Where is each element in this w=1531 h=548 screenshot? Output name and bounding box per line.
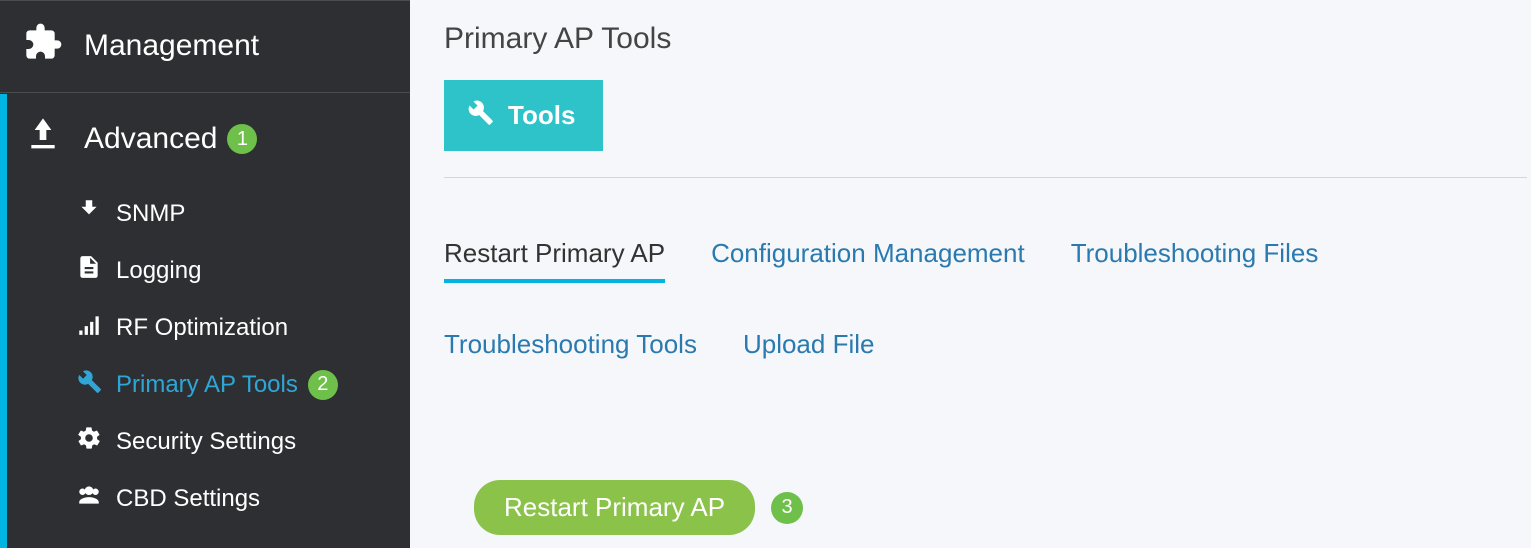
sidebar-item-label: Advanced bbox=[84, 122, 217, 156]
sidebar-item-advanced[interactable]: Advanced 1 bbox=[0, 92, 410, 185]
subtab-bar: Restart Primary AP Configuration Managem… bbox=[444, 238, 1527, 370]
users-icon bbox=[76, 482, 102, 515]
tools-tab-button[interactable]: Tools bbox=[444, 80, 603, 151]
sidebar: Management Advanced 1 SNMP Logging RF Op… bbox=[0, 0, 410, 548]
sidebar-item-label: Primary AP Tools bbox=[116, 371, 298, 399]
sidebar-item-label: RF Optimization bbox=[116, 314, 288, 342]
sidebar-item-management[interactable]: Management bbox=[0, 0, 410, 92]
sidebar-item-security-settings[interactable]: Security Settings bbox=[76, 413, 410, 470]
sidebar-item-label: Logging bbox=[116, 257, 201, 285]
sidebar-item-label: CBD Settings bbox=[116, 485, 260, 513]
download-icon bbox=[20, 115, 66, 163]
sidebar-item-label: Management bbox=[84, 29, 259, 63]
sidebar-item-label: Security Settings bbox=[116, 428, 296, 456]
sidebar-item-cbd-settings[interactable]: CBD Settings bbox=[76, 470, 410, 527]
sidebar-item-logging[interactable]: Logging bbox=[76, 242, 410, 299]
subtab-upload-file[interactable]: Upload File bbox=[743, 329, 875, 370]
wrench-icon bbox=[466, 98, 508, 133]
sidebar-active-rail bbox=[0, 94, 7, 548]
divider bbox=[444, 177, 1527, 178]
subtab-troubleshooting-tools[interactable]: Troubleshooting Tools bbox=[444, 329, 697, 370]
restart-primary-ap-button[interactable]: Restart Primary AP bbox=[474, 480, 755, 535]
subtab-restart-primary-ap[interactable]: Restart Primary AP bbox=[444, 238, 665, 283]
step-badge-1: 1 bbox=[227, 124, 257, 154]
document-icon bbox=[76, 254, 102, 287]
page-title: Primary AP Tools bbox=[444, 22, 1527, 56]
signal-bars-icon bbox=[76, 311, 102, 344]
sidebar-item-primary-ap-tools[interactable]: Primary AP Tools 2 bbox=[76, 356, 410, 413]
subtab-configuration-management[interactable]: Configuration Management bbox=[711, 238, 1025, 283]
arrow-down-icon bbox=[76, 197, 102, 230]
action-row: Restart Primary AP 3 bbox=[474, 480, 1527, 535]
sidebar-item-rf-optimization[interactable]: RF Optimization bbox=[76, 299, 410, 356]
sidebar-item-label: SNMP bbox=[116, 200, 185, 228]
gear-icon bbox=[76, 425, 102, 458]
step-badge-3: 3 bbox=[771, 492, 803, 524]
sidebar-item-snmp[interactable]: SNMP bbox=[76, 185, 410, 242]
step-badge-2: 2 bbox=[308, 370, 338, 400]
main-content: Primary AP Tools Tools Restart Primary A… bbox=[410, 0, 1531, 548]
puzzle-icon bbox=[20, 22, 66, 70]
sidebar-sublist-advanced: SNMP Logging RF Optimization Primary AP … bbox=[0, 185, 410, 539]
wrench-icon bbox=[76, 368, 102, 401]
subtab-troubleshooting-files[interactable]: Troubleshooting Files bbox=[1071, 238, 1319, 283]
tools-tab-label: Tools bbox=[508, 100, 575, 131]
